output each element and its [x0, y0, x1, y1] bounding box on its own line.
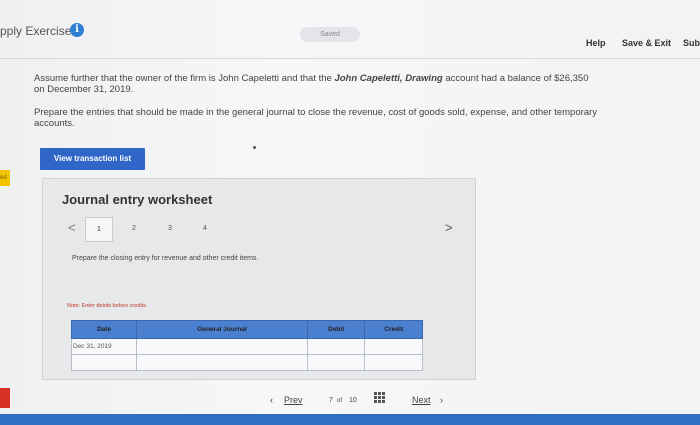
column-header-debit: Debit: [307, 320, 366, 339]
table-row: [70, 354, 423, 371]
general-journal-cell[interactable]: [136, 338, 309, 355]
page-current: 7: [329, 397, 333, 404]
debit-cell[interactable]: [307, 354, 366, 371]
general-journal-cell[interactable]: [136, 354, 309, 371]
next-page-link[interactable]: Next: [412, 395, 431, 405]
prev-page-link[interactable]: Prev: [284, 395, 303, 405]
worksheet-next-arrow[interactable]: >: [445, 220, 453, 235]
column-header-date: Date: [70, 320, 138, 339]
bottom-strip: [0, 414, 700, 425]
credit-cell[interactable]: [364, 354, 423, 371]
left-red-marker: [0, 388, 10, 408]
page: pply Exercise i Saved Help Save & Exit S…: [0, 0, 700, 425]
prev-chevron-icon[interactable]: ‹: [270, 395, 273, 405]
submit-link[interactable]: Sub: [683, 38, 700, 48]
worksheet-title: Journal entry worksheet: [62, 192, 213, 207]
step-tab-1[interactable]: 1: [85, 217, 113, 242]
app-title: pply Exercise: [0, 24, 72, 38]
date-cell[interactable]: Dec 31, 2019: [70, 338, 138, 355]
intro-text: Assume further that the owner of the fir…: [34, 73, 588, 95]
left-side-tab[interactable]: ed: [0, 170, 10, 186]
info-icon[interactable]: i: [70, 23, 84, 37]
column-header-general-journal: General Journal: [136, 320, 309, 339]
question-grid-icon[interactable]: [374, 392, 385, 403]
worksheet-instruction: Prepare the closing entry for revenue an…: [72, 255, 259, 262]
page-of: of: [337, 398, 343, 404]
step-tab-2[interactable]: 2: [132, 225, 136, 232]
header-divider: [0, 58, 700, 59]
prepare-line: Prepare the entries that should be made …: [34, 107, 597, 118]
journal-table-header-row: Date General Journal Debit Credit: [70, 320, 423, 339]
top-bar: pply Exercise i Saved Help Save & Exit S…: [0, 0, 700, 60]
save-exit-link[interactable]: Save & Exit: [622, 38, 671, 48]
intro-text-part: Assume further that the owner of the fir…: [34, 73, 335, 84]
prepare-instructions: Prepare the entries that should be made …: [34, 107, 597, 129]
view-transaction-list-button[interactable]: View transaction list: [40, 148, 145, 170]
table-row: Dec 31, 2019: [70, 338, 423, 355]
debit-cell[interactable]: [307, 338, 366, 355]
decorative-dot: [253, 146, 256, 149]
page-total: 10: [349, 397, 357, 404]
intro-text-date: on December 31, 2019.: [34, 84, 134, 95]
saved-status-badge: Saved: [300, 27, 360, 42]
journal-table: Date General Journal Debit Credit Dec 31…: [70, 320, 423, 371]
help-link[interactable]: Help: [586, 38, 606, 48]
worksheet-prev-arrow[interactable]: <: [68, 220, 76, 235]
prepare-line: accounts.: [34, 118, 75, 129]
journal-entry-worksheet: Journal entry worksheet < 1 2 3 4 > Prep…: [42, 178, 476, 380]
date-cell[interactable]: [70, 354, 138, 371]
account-name: John Capeletti, Drawing: [334, 73, 443, 84]
column-header-credit: Credit: [364, 320, 423, 339]
step-tab-4[interactable]: 4: [203, 225, 207, 232]
next-chevron-icon[interactable]: ›: [440, 395, 443, 405]
intro-text-part: account had a balance of $26,350: [442, 73, 589, 84]
credit-cell[interactable]: [364, 338, 423, 355]
worksheet-note: Note: Enter debits before credits.: [67, 303, 148, 309]
step-tab-3[interactable]: 3: [168, 225, 172, 232]
